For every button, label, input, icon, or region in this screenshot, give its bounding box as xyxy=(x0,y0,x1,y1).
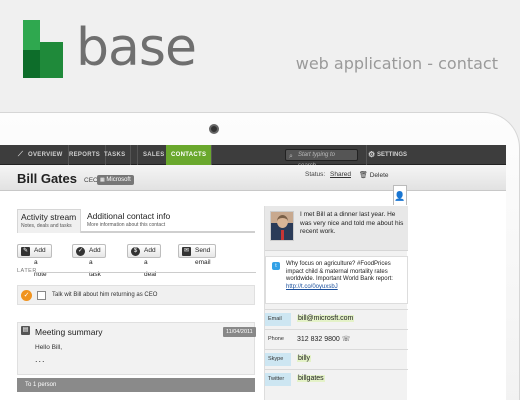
later-label: LATER xyxy=(17,268,37,274)
person-icon: 👤 xyxy=(394,191,406,201)
latest-tweet: t Why focus on agriculture? #FoodPrices … xyxy=(265,256,408,304)
contact-header: Bill Gates Status: Shared 🗑 Delete 👤 xyxy=(0,165,506,205)
email-icon: ✉ xyxy=(182,247,191,256)
add-task-button[interactable]: ✓ Add a task xyxy=(72,244,106,278)
twitter-icon: t xyxy=(272,262,280,270)
skype-value[interactable]: billy xyxy=(297,355,312,362)
info-row-phone: Phone 312 832 9800 ☏ xyxy=(265,329,408,349)
dollar-icon: $ xyxy=(131,247,140,256)
info-row-skype: Skype billy xyxy=(265,349,408,369)
search-input[interactable]: ⌕ Start typing to search... xyxy=(285,149,358,169)
status-value[interactable]: Shared xyxy=(330,171,351,178)
settings-button[interactable]: ⚙ Settings xyxy=(366,145,407,165)
chart-icon: ⟋ xyxy=(18,151,24,158)
brand-name: base xyxy=(76,18,197,78)
add-deal-button[interactable]: $ Add a deal xyxy=(127,244,162,278)
top-navigation: ⟋ Overview Reports Tasks Sales Contacts … xyxy=(0,145,506,169)
note-date: 11/04/2011 xyxy=(223,327,256,337)
tab-additional-info[interactable]: Additional contact info More information… xyxy=(87,209,207,233)
note-recipients: To 1 person xyxy=(17,378,255,392)
phone-icon: ☏ xyxy=(341,336,351,343)
nav-tasks[interactable]: Tasks xyxy=(99,145,132,165)
tab-activity-stream[interactable]: Activity stream Notes, deals and tasks xyxy=(17,209,81,233)
trash-icon: 🗑 xyxy=(359,172,368,179)
app-screen: ⟋ Overview Reports Tasks Sales Contacts … xyxy=(0,145,506,400)
contact-note: I met Bill at a dinner last year. He was… xyxy=(300,211,404,235)
gear-icon: ⚙ xyxy=(368,150,376,159)
brand-tagline: web application - contact xyxy=(295,54,498,73)
info-key-skype: Skype xyxy=(265,353,291,366)
send-email-button[interactable]: ✉ Send email xyxy=(178,244,216,266)
contact-sidebar: I met Bill at a dinner last year. He was… xyxy=(264,206,408,400)
tweet-text: Why focus on agriculture? #FoodPrices im… xyxy=(286,261,393,283)
twitter-value[interactable]: billgates xyxy=(297,375,325,382)
search-icon: ⌕ xyxy=(289,153,293,160)
note-body: Hello Bill, xyxy=(35,344,63,351)
contact-tabs: Activity stream Notes, deals and tasks A… xyxy=(17,209,255,233)
status-label: Status: xyxy=(305,171,326,178)
webcam-icon xyxy=(209,124,219,134)
note-more: ... xyxy=(35,354,46,364)
contact-summary: I met Bill at a dinner last year. He was… xyxy=(265,206,408,251)
note-icon: ✎ xyxy=(21,247,30,256)
pending-icon: ✓ xyxy=(21,290,32,301)
email-value[interactable]: bill@microsft.com xyxy=(297,315,355,322)
phone-value[interactable]: 312 832 9800 ☏ xyxy=(297,335,351,343)
building-icon: ▦ xyxy=(100,177,105,183)
company-badge[interactable]: ▦ Microsoft xyxy=(97,175,134,185)
task-checkbox[interactable] xyxy=(37,291,46,300)
later-divider xyxy=(36,272,256,273)
delete-button[interactable]: 🗑 Delete xyxy=(359,171,389,179)
tweet-link[interactable]: http://t.co/0oyuxsbJ xyxy=(286,284,338,290)
info-key-email: Email xyxy=(265,313,291,326)
contact-name: Bill Gates xyxy=(17,171,77,186)
note-icon: ▤ xyxy=(21,326,30,335)
task-text: Talk wit Bill about him returning as CEO xyxy=(52,292,158,298)
info-key-phone: Phone xyxy=(268,336,284,342)
note-card: ▤ Meeting summary 11/04/2011 Hello Bill,… xyxy=(17,322,256,375)
info-row-email: Email bill@microsft.com xyxy=(265,309,408,329)
info-row-twitter: Twitter billgates xyxy=(265,369,408,389)
nav-overview[interactable]: ⟋ Overview xyxy=(14,145,69,165)
base-logo-icon xyxy=(23,20,63,78)
avatar xyxy=(270,211,294,241)
task-item: ✓ Talk wit Bill about him returning as C… xyxy=(17,285,255,305)
task-icon: ✓ xyxy=(76,247,85,256)
add-note-button[interactable]: ✎ Add a note xyxy=(17,244,52,278)
user-menu-button[interactable]: 👤 xyxy=(393,185,407,205)
nav-contacts[interactable]: Contacts xyxy=(166,145,213,165)
note-title: Meeting summary xyxy=(35,327,103,337)
brand-header: base web application - contact xyxy=(0,0,520,100)
info-key-twitter: Twitter xyxy=(265,373,291,386)
